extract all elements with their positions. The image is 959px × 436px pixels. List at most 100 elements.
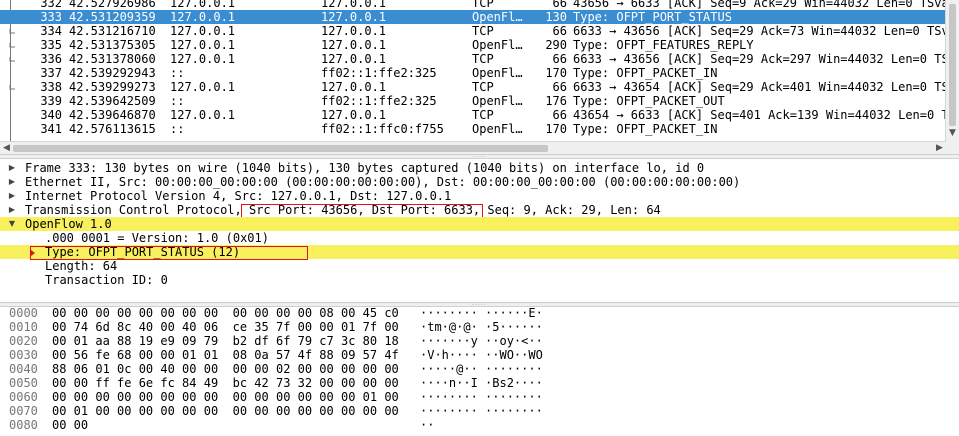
packet-cell-dst: 127.0.0.1 [321, 52, 387, 66]
detail-ip[interactable]: ▶ Internet Protocol Version 4, Src: 127.… [0, 189, 959, 203]
detail-openflow[interactable]: ▼ OpenFlow 1.0 [0, 217, 959, 231]
detail-length-text: Length: 64 [45, 259, 118, 273]
packet-cell-info: Type: OFPT_PORT_STATUS [573, 10, 732, 24]
packet-cell-src: 127.0.0.1 [170, 10, 236, 24]
packet-cell-time: 42.531216710 [69, 24, 156, 38]
packet-cell-src: 127.0.0.1 [170, 24, 236, 38]
detail-frame[interactable]: ▶ Frame 333: 130 bytes on wire (1040 bit… [0, 161, 959, 175]
packet-cell-proto: OpenFl… [472, 122, 523, 136]
byte-ascii: ········ ······E· [420, 307, 543, 320]
scroll-down-arrow-icon[interactable]: ▼ [946, 127, 959, 140]
type-annotation-box [30, 246, 308, 260]
packet-cell-info: Type: OFPT_PACKET_IN [573, 66, 718, 80]
byte-row[interactable]: 0020 00 01 aa 88 19 e9 09 79 b2 df 6f 79 … [0, 334, 959, 348]
packet-cell-len: 176 [545, 94, 567, 108]
packet-row[interactable]: 335 42.531375305 127.0.0.1 127.0.0.1 OpenFl…… [0, 38, 946, 52]
packet-cell-src: 127.0.0.1 [170, 0, 236, 10]
byte-row[interactable]: 0040 88 06 01 0c 00 40 00 00 00 00 02 00 … [0, 362, 959, 376]
byte-row[interactable]: 0030 00 56 fe 68 00 00 01 01 08 0a 57 4f … [0, 348, 959, 362]
packet-row[interactable]: 336 42.531378060 127.0.0.1 127.0.0.1 TCP 66 66… [0, 52, 948, 66]
packet-cell-proto: OpenFl… [472, 66, 523, 80]
byte-hex: 00 00 00 00 00 00 00 00 00 00 00 00 08 0… [52, 307, 399, 320]
packet-cell-dst: 127.0.0.1 [321, 10, 387, 24]
packet-list[interactable]: 332 42.527926986 127.0.0.1 127.0.0.1 TCP 66 43… [0, 0, 959, 141]
packet-cell-time: 42.576113615 [69, 122, 156, 136]
detail-length[interactable]: Length: 64 [0, 259, 959, 273]
packet-cell-time: 42.531375305 [69, 38, 156, 52]
packet-cell-time: 42.539642509 [69, 94, 156, 108]
packet-row-selected[interactable]: 333 42.531209359 127.0.0.1 127.0.0.1 OpenFl…… [0, 10, 946, 24]
packet-cell-dst: ff02::1:ffe2:325 [321, 66, 437, 80]
expand-arrow-icon[interactable]: ▶ [6, 189, 18, 203]
packet-cell-len: 66 [552, 52, 567, 66]
packet-row[interactable]: 341 42.576113615:: ff02::1:ffc0:f755 OpenFl… [0, 122, 946, 136]
packet-row[interactable]: 339 42.539642509:: ff02::1:ffe2:325 OpenFl…… [0, 94, 946, 108]
packet-cell-src: :: [170, 122, 185, 136]
packet-cell-dst: ff02::1:ffc0:f755 [321, 122, 444, 136]
packet-cell-info: 6633 → 43656 [ACK] Seq=29 Ack=73 Win=440… [573, 24, 949, 38]
packet-cell-proto: TCP [472, 108, 494, 122]
byte-ascii: ·· [420, 418, 435, 432]
detail-ip-text: Internet Protocol Version 4, Src: 127.0.… [25, 189, 452, 203]
packet-cell-proto: TCP [472, 52, 494, 66]
expand-arrow-icon[interactable]: ▶ [6, 161, 18, 175]
packet-cell-no: 341 [40, 122, 62, 136]
packet-cell-no: 335 [40, 38, 62, 52]
packet-cell-proto: OpenFl… [472, 94, 523, 108]
byte-row[interactable]: 0080 00 00 ·· [0, 418, 959, 432]
packet-cell-no: 340 [40, 108, 62, 122]
packet-cell-src: :: [170, 66, 185, 80]
packet-cell-dst: 127.0.0.1 [321, 80, 387, 94]
detail-version[interactable]: .000 0001 = Version: 1.0 (0x01) [0, 231, 959, 245]
packet-cell-info: 43656 → 6633 [ACK] Seq=9 Ack=29 Win=4403… [573, 0, 949, 10]
horizontal-scroll-thumb[interactable] [13, 145, 548, 152]
packet-cell-src: 127.0.0.1 [170, 38, 236, 52]
packet-cell-src: 127.0.0.1 [170, 80, 236, 94]
packet-cell-no: 337 [40, 66, 62, 80]
detail-version-text: .000 0001 = Version: 1.0 (0x01) [45, 231, 269, 245]
packet-cell-dst: 127.0.0.1 [321, 108, 387, 122]
byte-row[interactable]: 0050 00 00 ff fe 6e fc 84 49 bc 42 73 32 … [0, 376, 959, 390]
detail-transaction-id-text: Transaction ID: 0 [45, 273, 168, 287]
vertical-scroll-thumb[interactable] [949, 4, 956, 126]
byte-ascii: ········ ········ [420, 404, 543, 418]
annotation-pointer-icon [31, 250, 35, 256]
detail-ethernet-text: Ethernet II, Src: 00:00:00_00:00:00 (00:… [25, 175, 741, 189]
packet-row[interactable]: 340 42.539646870 127.0.0.1 127.0.0.1 TCP 66 43… [0, 108, 949, 122]
byte-hex: 00 00 ff fe 6e fc 84 49 bc 42 73 32 00 0… [52, 376, 399, 390]
related-packet-tick-icon [6, 27, 15, 36]
packet-bytes[interactable]: 0000 00 00 00 00 00 00 00 00 00 00 00 00 … [0, 307, 959, 436]
detail-transaction-id[interactable]: Transaction ID: 0 [0, 273, 959, 287]
packet-cell-proto: TCP [472, 80, 494, 94]
packet-row[interactable]: 337 42.539292943:: ff02::1:ffe2:325 OpenFl…… [0, 66, 946, 80]
collapse-arrow-icon[interactable]: ▼ [6, 217, 18, 231]
packet-list-horizontal-scrollbar[interactable]: ◀ ▶ [0, 141, 946, 155]
packet-cell-info: Type: OFPT_FEATURES_REPLY [573, 38, 754, 52]
packet-row[interactable]: 338 42.539299273 127.0.0.1 127.0.0.1 TCP 66 66… [0, 80, 948, 94]
packet-cell-info: 43654 → 6633 [ACK] Seq=401 Ack=139 Win=4… [573, 108, 949, 122]
byte-ascii: ········ ········ [420, 390, 543, 404]
byte-ascii: ·····@·· ········ [420, 362, 543, 376]
byte-off: 0060 [9, 390, 38, 404]
scrollbar-corner [946, 141, 959, 154]
packet-row[interactable]: 332 42.527926986 127.0.0.1 127.0.0.1 TCP 66 43… [0, 0, 949, 10]
detail-ethernet[interactable]: ▶ Ethernet II, Src: 00:00:00_00:00:00 (0… [0, 175, 959, 189]
byte-row[interactable]: 0060 00 00 00 00 00 00 00 00 00 00 00 00 … [0, 390, 959, 404]
packet-cell-len: 290 [545, 38, 567, 52]
byte-row[interactable]: 0010 00 74 6d 8c 40 00 40 06 ce 35 7f 00 … [0, 320, 959, 334]
byte-off: 0040 [9, 362, 38, 376]
packet-cell-dst: 127.0.0.1 [321, 38, 387, 52]
byte-off: 0020 [9, 334, 38, 348]
packet-row[interactable]: 334 42.531216710 127.0.0.1 127.0.0.1 TCP 66 66… [0, 24, 949, 38]
byte-row[interactable]: 0070 00 01 00 00 00 00 00 00 00 00 00 00 … [0, 404, 959, 418]
packet-cell-time: 42.539299273 [69, 80, 156, 94]
packet-list-vertical-scrollbar[interactable]: ▼ [945, 0, 959, 141]
packet-details[interactable]: ▶ Frame 333: 130 bytes on wire (1040 bit… [0, 159, 959, 302]
byte-off: 0000 [9, 307, 38, 320]
packet-cell-time: 42.539646870 [69, 108, 156, 122]
packet-cell-no: 333 [40, 10, 62, 24]
byte-row[interactable]: 0000 00 00 00 00 00 00 00 00 00 00 00 00 … [0, 307, 959, 320]
expand-arrow-icon[interactable]: ▶ [6, 175, 18, 189]
detail-openflow-text: OpenFlow 1.0 [25, 217, 112, 231]
expand-arrow-icon[interactable]: ▶ [6, 203, 18, 217]
